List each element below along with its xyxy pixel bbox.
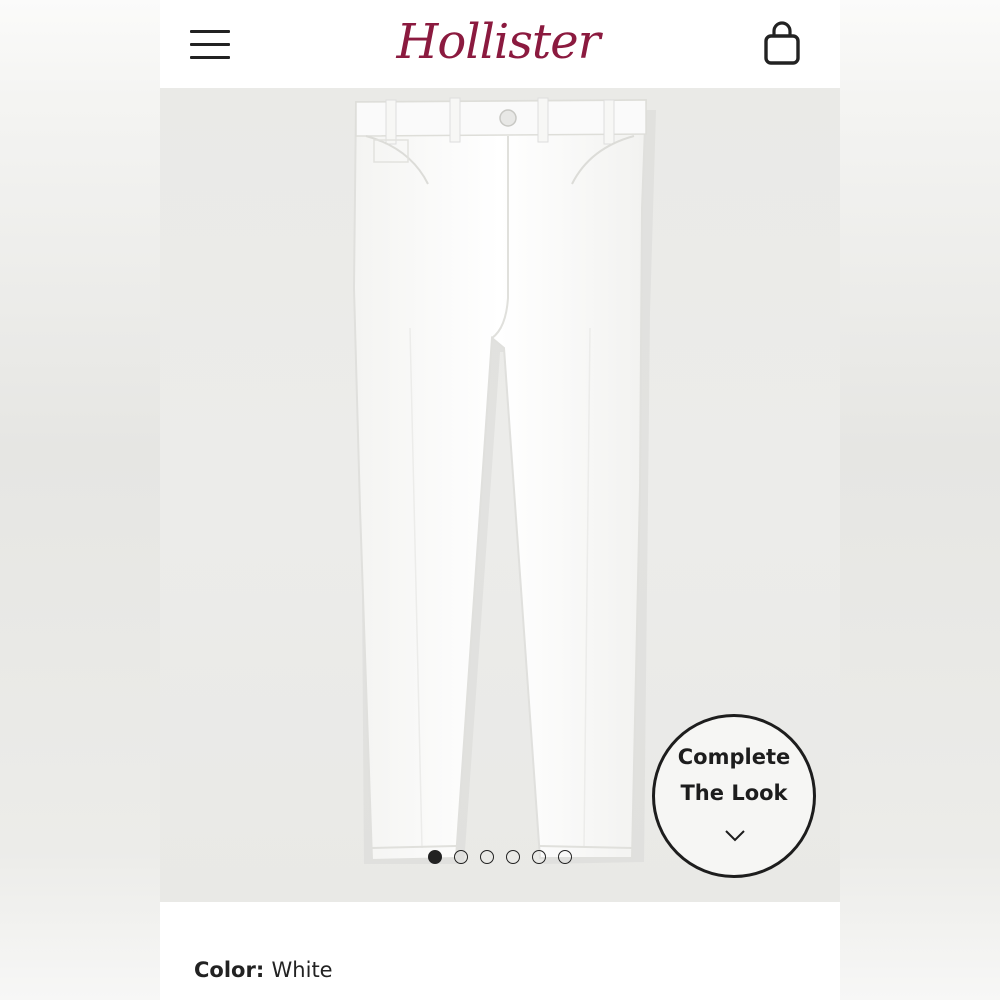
color-selection: Color: White: [194, 958, 333, 982]
hamburger-menu-icon[interactable]: [190, 29, 230, 61]
carousel-dot[interactable]: [558, 850, 572, 864]
complete-the-look-line2: The Look: [680, 781, 788, 805]
shopping-bag-icon[interactable]: [762, 20, 802, 68]
product-details: Color: White: [160, 902, 840, 1000]
chevron-down-icon: [725, 830, 745, 842]
color-label: Color:: [194, 958, 272, 982]
carousel-dot[interactable]: [428, 850, 442, 864]
brand-logo[interactable]: Hollister: [388, 12, 608, 72]
complete-the-look-line1: Complete: [677, 745, 791, 769]
background-blur-left: [0, 0, 160, 1000]
product-page: Hollister Complete The Look Color: White: [160, 0, 840, 1000]
site-header: Hollister: [160, 0, 840, 88]
carousel-dot[interactable]: [506, 850, 520, 864]
color-value: White: [271, 958, 333, 982]
carousel-dot[interactable]: [454, 850, 468, 864]
carousel-dot[interactable]: [480, 850, 494, 864]
complete-the-look-button[interactable]: Complete The Look: [652, 714, 816, 878]
product-image-gallery[interactable]: Complete The Look: [160, 88, 840, 902]
background-blur-right: [840, 0, 1000, 1000]
carousel-dot[interactable]: [532, 850, 546, 864]
carousel-indicators: [428, 850, 572, 864]
